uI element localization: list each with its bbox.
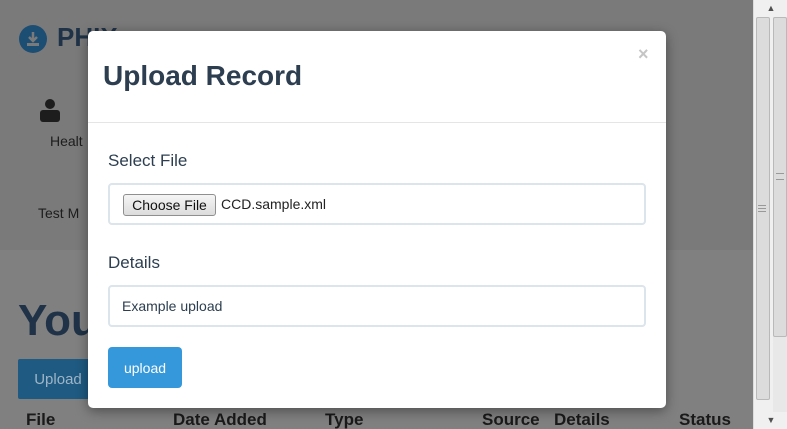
details-label: Details [108, 253, 160, 272]
file-input[interactable]: Choose File CCD.sample.xml [108, 183, 646, 225]
column-header-source: Source [482, 410, 540, 429]
modal-title: Upload Record [103, 60, 303, 91]
column-header-type: Type [325, 410, 364, 429]
grip-icon [758, 205, 766, 212]
open-upload-button[interactable]: Upload [18, 359, 98, 399]
select-file-label: Select File [108, 151, 188, 170]
download-icon [19, 25, 47, 53]
upload-button[interactable]: upload [108, 347, 182, 388]
upload-record-modal: Upload Record × Select File Choose File … [88, 31, 666, 408]
scroll-up-arrow-icon[interactable]: ▲ [754, 0, 787, 17]
column-header-date-added: Date Added [173, 410, 267, 429]
column-header-status: Status [679, 410, 731, 429]
details-input[interactable] [108, 285, 646, 327]
modal-header: Upload Record × [88, 31, 666, 123]
grip-icon [776, 173, 784, 180]
user-name: Test M [38, 205, 80, 221]
column-header-file: File [26, 410, 56, 429]
selected-file-name: CCD.sample.xml [221, 196, 327, 212]
scrollbar[interactable]: ▲ ▼ [753, 0, 787, 429]
column-header-details: Details [554, 410, 610, 429]
scroll-down-arrow-icon[interactable]: ▼ [754, 412, 787, 429]
choose-file-button[interactable]: Choose File [123, 194, 216, 216]
person-icon [38, 98, 62, 127]
nav-item-health[interactable]: Healt [50, 133, 83, 149]
page-title: You [18, 296, 98, 345]
close-icon[interactable]: × [638, 44, 649, 65]
